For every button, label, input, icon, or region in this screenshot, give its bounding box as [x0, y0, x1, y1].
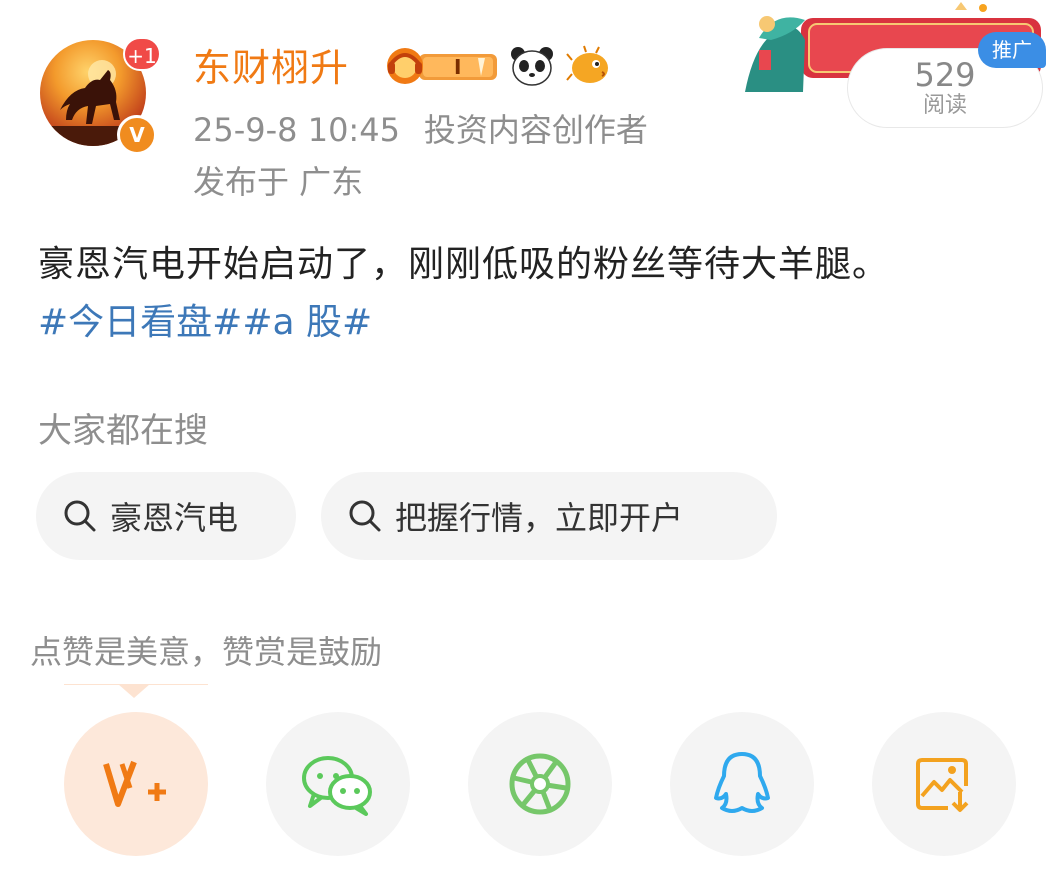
- post-meta: 25-9-8 10:45 投资内容创作者: [193, 108, 648, 152]
- search-icon: [64, 500, 96, 532]
- verified-badge-icon: V: [117, 115, 157, 155]
- search-section-title: 大家都在搜: [38, 411, 208, 451]
- medal-letter: I: [454, 55, 461, 79]
- panda-medal-icon[interactable]: [508, 44, 556, 88]
- save-image-icon: [916, 758, 969, 812]
- reward-button[interactable]: [64, 712, 208, 856]
- username[interactable]: 东财栩升: [193, 42, 349, 94]
- tooltip-arrow: [118, 684, 150, 698]
- share-moments-button[interactable]: [468, 712, 612, 856]
- search-icon: [349, 500, 381, 532]
- puffer-fish-medal-icon[interactable]: [566, 44, 612, 88]
- wechat-icon: [302, 756, 372, 816]
- user-role: 投资内容创作者: [423, 111, 648, 149]
- post-location: 发布于 广东: [193, 163, 364, 201]
- search-chip[interactable]: 豪恩汽电: [36, 472, 296, 560]
- search-chip-label: 豪恩汽电: [110, 499, 239, 537]
- headphone-medal-icon[interactable]: I: [383, 44, 499, 88]
- save-image-button[interactable]: [872, 712, 1016, 856]
- search-chip[interactable]: 把握行情，立即开户: [321, 472, 777, 560]
- hashtag-link[interactable]: #今日看盘##a 股#: [38, 296, 372, 350]
- share-qq-button[interactable]: [670, 712, 814, 856]
- reward-title: 点赞是美意，赞赏是鼓励: [30, 633, 383, 671]
- search-chip-label: 把握行情，立即开户: [395, 499, 684, 537]
- qq-icon: [714, 752, 770, 813]
- share-wechat-button[interactable]: [266, 712, 410, 856]
- moments-icon: [509, 753, 571, 815]
- post-text: 豪恩汽电开始启动了，刚刚低吸的粉丝等待大羊腿。: [38, 244, 890, 285]
- ad-tag: 推广: [978, 32, 1046, 68]
- post-date: 25-9-8 10:45: [193, 111, 400, 149]
- v-plus-reward-icon: [103, 760, 166, 807]
- notification-badge: +1: [123, 37, 161, 71]
- reads-label: 阅读: [922, 93, 967, 118]
